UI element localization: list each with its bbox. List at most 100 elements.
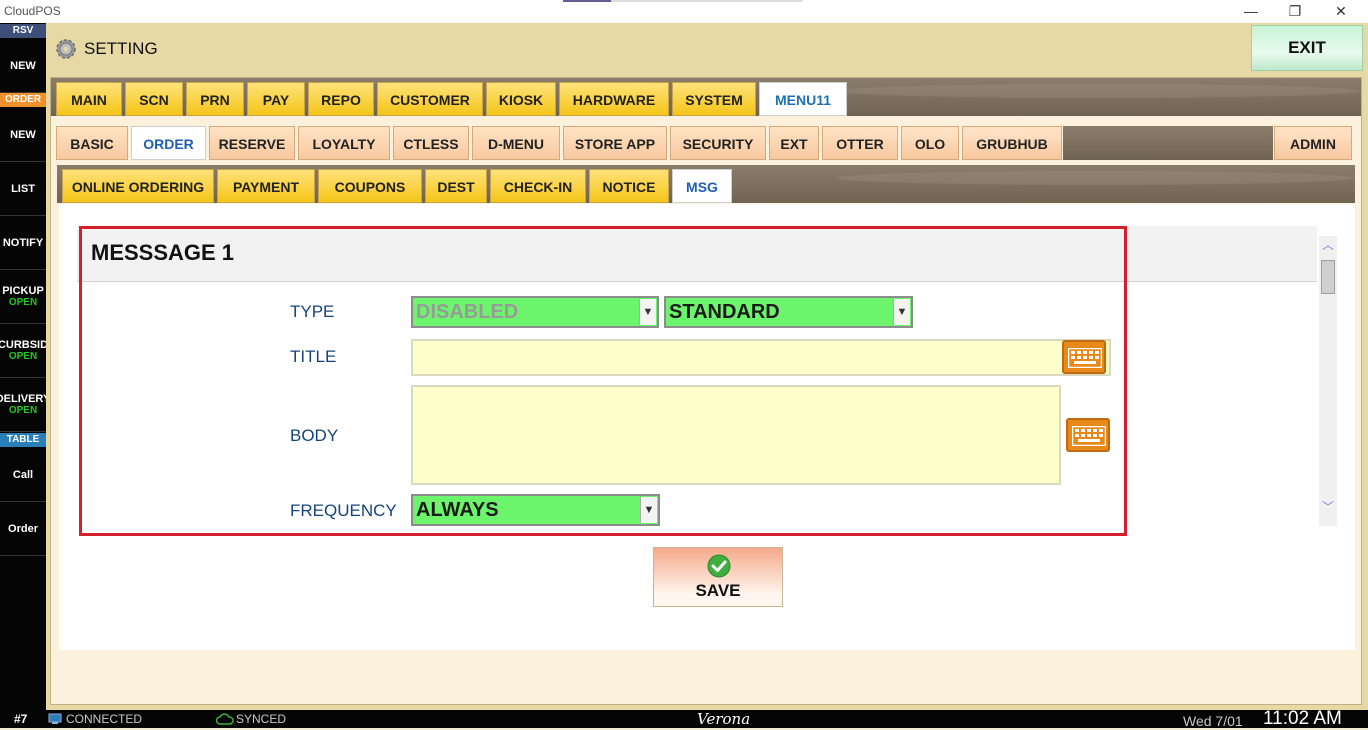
message-header: MESSSAGE 1 [77,226,1317,282]
tab-customer[interactable]: CUSTOMER [377,82,483,116]
status-bar: #7 CONNECTED SYNCED Verona Wed 7/01 11:0… [0,708,1368,729]
tab-security[interactable]: SECURITY [670,126,766,160]
message-heading: MESSSAGE 1 [91,240,235,265]
body-textarea[interactable] [411,385,1061,485]
connected-icon [48,713,62,724]
tab-row-main: MAIN SCN PRN PAY REPO CUSTOMER KIOSK HAR… [51,78,1361,116]
type-select-primary[interactable]: DISABLED ▼ [411,296,659,328]
tab-scn[interactable]: SCN [125,82,183,116]
vertical-scrollbar[interactable]: ︿ ﹀ [1319,236,1337,526]
pickup-status: OPEN [8,297,38,308]
chevron-down-icon: ▼ [893,299,910,325]
titlebar-accent [563,0,611,2]
tab-hardware[interactable]: HARDWARE [559,82,669,116]
keyboard-icon[interactable] [1062,340,1106,374]
chevron-down-icon: ▼ [640,497,657,523]
sidebar-item-label: NOTIFY [2,236,44,249]
tab-msg[interactable]: MSG [672,169,732,203]
close-button[interactable]: ✕ [1318,0,1364,23]
tab-row-order: ONLINE ORDERING PAYMENT COUPONS DEST CHE… [57,165,1355,203]
order-new-button[interactable]: NEW [0,108,46,162]
content-panel: MESSSAGE 1 TYPE DISABLED ▼ STANDARD ▼ TI… [59,204,1355,650]
setting-header: SETTING EXIT [46,23,1368,73]
settings-frame: MAIN SCN PRN PAY REPO CUSTOMER KIOSK HAR… [50,77,1362,705]
minimize-button[interactable]: — [1228,0,1274,23]
current-date: Wed 7/01 [1183,713,1243,729]
tab-store-app[interactable]: STORE APP [563,126,667,160]
connection-status: CONNECTED [66,712,143,726]
sidebar-item-label: Order [8,522,38,535]
pickup-button[interactable]: PICKUP OPEN [0,270,46,324]
sync-status: SYNCED [236,712,287,726]
sidebar-item-label: DELIVERY [0,393,46,405]
tab-loyalty[interactable]: LOYALTY [298,126,390,160]
titlebar-accent-2 [611,0,803,2]
table-order-button[interactable]: Order [0,502,46,556]
sidebar-item-label: NEW [10,59,36,72]
tab-system[interactable]: SYSTEM [672,82,756,116]
rsv-new-button[interactable]: NEW [0,39,46,93]
sidebar-item-label: Call [12,468,34,481]
tab-check-in[interactable]: CHECK-IN [490,169,586,203]
order-list-button[interactable]: LIST [0,162,46,216]
type-select-secondary[interactable]: STANDARD ▼ [664,296,913,328]
delivery-button[interactable]: DELIVERYOPEN [0,378,46,432]
tab-otter[interactable]: OTTER [822,126,898,160]
type-label: TYPE [290,302,335,321]
current-time: 11:02 AM [1263,708,1342,729]
tab-admin[interactable]: ADMIN [1274,126,1352,160]
tab-kiosk[interactable]: KIOSK [486,82,556,116]
rsv-label: RSV [0,24,46,38]
order-label: ORDER [0,93,46,107]
keyboard-icon[interactable] [1066,418,1110,452]
tab-order[interactable]: ORDER [131,126,206,160]
tab-olo[interactable]: OLO [901,126,959,160]
message-scroll-area: MESSSAGE 1 TYPE DISABLED ▼ STANDARD ▼ TI… [77,226,1337,536]
chevron-down-icon: ▼ [639,299,656,325]
tab-grubhub[interactable]: GRUBHUB [962,126,1062,160]
tab-online-ordering[interactable]: ONLINE ORDERING [62,169,214,203]
tab-main[interactable]: MAIN [56,82,122,116]
tab-payment[interactable]: PAYMENT [217,169,315,203]
frequency-select-value: ALWAYS [416,499,499,521]
sidebar-item-label: CURBSID [0,339,46,351]
frequency-label: FREQUENCY [290,501,397,520]
gear-icon [56,39,76,59]
tab-menu11[interactable]: MENU11 [759,82,847,116]
tab-pay[interactable]: PAY [247,82,305,116]
tab-d-menu[interactable]: D-MENU [472,126,560,160]
save-label: SAVE [695,581,741,600]
title-label: TITLE [290,347,337,366]
body-label: BODY [290,426,339,445]
window-title: CloudPOS [4,4,61,18]
call-button[interactable]: Call [0,448,46,502]
page-title: SETTING [84,39,158,58]
cloud-icon [216,713,234,725]
keyboard-glyph [1072,426,1106,446]
exit-button[interactable]: EXIT [1251,25,1363,71]
tab-notice[interactable]: NOTICE [589,169,669,203]
curbside-button[interactable]: CURBSID OPEN [0,324,46,378]
tab-ext[interactable]: EXT [769,126,819,160]
notify-button[interactable]: NOTIFY [0,216,46,270]
tab-coupons[interactable]: COUPONS [318,169,422,203]
tab-prn[interactable]: PRN [186,82,244,116]
scroll-down-icon[interactable]: ﹀ [1319,498,1337,515]
delivery-status: OPEN [8,405,38,416]
table-label: TABLE [0,433,46,447]
tab-reserve[interactable]: RESERVE [209,126,295,160]
save-button[interactable]: SAVE [653,547,783,607]
curbside-status: OPEN [8,351,38,362]
left-sidebar: RSV NEW ORDER NEW LIST NOTIFY PICKUP OPEN… [0,23,46,710]
restore-button[interactable]: ❐ [1272,0,1318,23]
tab-row-filler [1063,126,1273,160]
scrollbar-thumb[interactable] [1321,260,1335,294]
tab-repo[interactable]: REPO [308,82,374,116]
tab-basic[interactable]: BASIC [56,126,128,160]
window-titlebar: CloudPOS — ❐ ✕ [0,0,1368,23]
frequency-select[interactable]: ALWAYS ▼ [411,494,660,526]
scroll-up-icon[interactable]: ︿ [1319,236,1337,253]
tab-ctless[interactable]: CTLESS [393,126,469,160]
title-input[interactable] [411,339,1111,376]
tab-dest[interactable]: DEST [425,169,487,203]
